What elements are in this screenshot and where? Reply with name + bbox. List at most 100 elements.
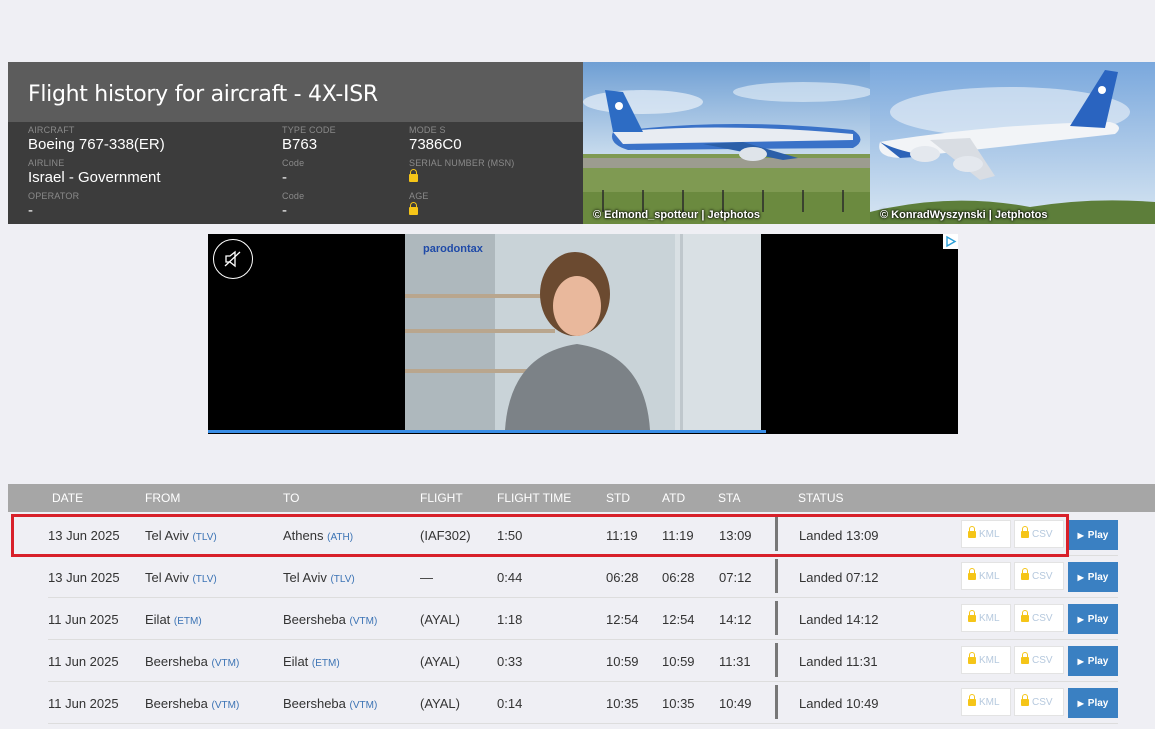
to-city[interactable]: Eilat	[283, 654, 308, 669]
to-airport-code[interactable]: (VTM)	[350, 700, 378, 711]
to-cell: Athens (ATH)	[283, 528, 353, 543]
lock-icon[interactable]	[409, 202, 418, 215]
field-label: Code	[282, 158, 305, 168]
video-ad[interactable]: parodontax	[208, 234, 958, 434]
to-city[interactable]: Tel Aviv	[283, 570, 327, 585]
csv-button[interactable]: CSV	[1014, 688, 1064, 716]
from-cell: Tel Aviv (TLV)	[145, 528, 217, 543]
photo-credit: © KonradWyszynski | Jetphotos	[880, 209, 1048, 221]
aircraft-field: AIRCRAFT Boeing 767-338(ER)	[28, 125, 165, 154]
from-city[interactable]: Beersheba	[145, 696, 208, 711]
column-header[interactable]: STD	[606, 491, 630, 505]
play-button[interactable]: ▶ Play	[1068, 562, 1118, 592]
kml-button[interactable]: KML	[961, 688, 1011, 716]
to-city[interactable]: Beersheba	[283, 696, 346, 711]
to-city[interactable]: Athens	[283, 528, 323, 543]
kml-label: KML	[979, 654, 1000, 666]
lock-icon	[968, 651, 976, 664]
status-separator	[775, 601, 778, 635]
sta-cell: 14:12	[719, 612, 752, 627]
table-row[interactable]: 11 Jun 2025 Beersheba (VTM) Eilat (ETM) (AY…	[48, 640, 1118, 682]
column-header[interactable]: FLIGHT	[420, 491, 463, 505]
from-airport-code[interactable]: (VTM)	[212, 658, 240, 669]
flight-cell[interactable]: (AYAL)	[420, 696, 460, 711]
table-row[interactable]: 13 Jun 2025 Tel Aviv (TLV) Tel Aviv (TLV) —…	[48, 556, 1118, 598]
atd-cell: 06:28	[662, 570, 695, 585]
flight-cell[interactable]: (AYAL)	[420, 612, 460, 627]
from-cell: Beersheba (VTM)	[145, 696, 239, 711]
photo-credit: © Edmond_spotteur | Jetphotos	[593, 209, 761, 221]
lock-icon[interactable]	[409, 169, 418, 182]
from-cell: Eilat (ETM)	[145, 612, 202, 627]
csv-button[interactable]: CSV	[1014, 604, 1064, 632]
column-header[interactable]: STA	[718, 491, 740, 505]
from-city[interactable]: Tel Aviv	[145, 570, 189, 585]
csv-label: CSV	[1032, 528, 1053, 540]
aircraft-info-panel: Flight history for aircraft - 4X-ISR AIR…	[8, 62, 583, 224]
column-header[interactable]: DATE	[52, 491, 83, 505]
flight-time-cell: 1:50	[497, 528, 523, 543]
to-airport-code[interactable]: (ATH)	[327, 532, 353, 543]
from-airport-code[interactable]: (VTM)	[212, 700, 240, 711]
serial-number-field: SERIAL NUMBER (MSN)	[409, 158, 514, 187]
play-button[interactable]: ▶ Play	[1068, 688, 1118, 718]
kml-button[interactable]: KML	[961, 604, 1011, 632]
play-icon: ▶	[1077, 530, 1084, 540]
column-header[interactable]: FLIGHT TIME	[497, 491, 571, 505]
csv-button[interactable]: CSV	[1014, 562, 1064, 590]
column-header[interactable]: STATUS	[798, 491, 844, 505]
field-label: SERIAL NUMBER (MSN)	[409, 158, 515, 168]
mute-button[interactable]	[213, 239, 253, 279]
column-header[interactable]: FROM	[145, 491, 180, 505]
csv-button[interactable]: CSV	[1014, 520, 1064, 548]
flight-cell[interactable]: (IAF302)	[420, 528, 471, 543]
ad-video-frame[interactable]: parodontax	[405, 234, 761, 430]
table-row[interactable]: 11 Jun 2025 Eilat (ETM) Beersheba (VTM) (AY…	[48, 598, 1118, 640]
play-button[interactable]: ▶ Play	[1068, 520, 1118, 550]
column-header[interactable]: TO	[283, 491, 299, 505]
table-row[interactable]: 11 Jun 2025 Beersheba (VTM) Beersheba (VTM…	[48, 682, 1118, 724]
to-airport-code[interactable]: (TLV)	[330, 574, 354, 585]
to-city[interactable]: Beersheba	[283, 612, 346, 627]
flight-cell[interactable]: (AYAL)	[420, 654, 460, 669]
field-value: Israel - Government	[28, 169, 161, 186]
from-city[interactable]: Tel Aviv	[145, 528, 189, 543]
aircraft-photo-1[interactable]: © Edmond_spotteur | Jetphotos	[583, 62, 870, 224]
aircraft-photo-2[interactable]: © KonradWyszynski | Jetphotos	[870, 62, 1155, 224]
from-airport-code[interactable]: (TLV)	[192, 532, 216, 543]
adchoices-icon[interactable]	[943, 234, 958, 249]
lock-icon	[1021, 567, 1029, 580]
lock-icon	[1021, 693, 1029, 706]
from-airport-code[interactable]: (ETM)	[174, 616, 202, 627]
mode-s-field: MODE S 7386C0	[409, 125, 462, 154]
play-button[interactable]: ▶ Play	[1068, 646, 1118, 676]
column-header[interactable]: ATD	[662, 491, 685, 505]
flight-time-cell: 0:33	[497, 654, 523, 669]
to-airport-code[interactable]: (ETM)	[312, 658, 340, 669]
to-airport-code[interactable]: (VTM)	[350, 616, 378, 627]
play-label: Play	[1087, 613, 1109, 625]
to-cell: Tel Aviv (TLV)	[283, 570, 355, 585]
page-title: Flight history for aircraft - 4X-ISR	[28, 82, 378, 107]
from-city[interactable]: Beersheba	[145, 654, 208, 669]
aircraft-details: AIRCRAFT Boeing 767-338(ER) TYPE CODE B7…	[8, 122, 583, 224]
from-city[interactable]: Eilat	[145, 612, 170, 627]
flight-cell[interactable]: —	[420, 570, 433, 585]
to-cell: Eilat (ETM)	[283, 654, 340, 669]
age-field: AGE	[409, 191, 429, 220]
sta-cell: 13:09	[719, 528, 752, 543]
adchoices-triangle	[946, 235, 957, 248]
from-cell: Beersheba (VTM)	[145, 654, 239, 669]
csv-button[interactable]: CSV	[1014, 646, 1064, 674]
kml-button[interactable]: KML	[961, 646, 1011, 674]
flight-table-header: DATE FROM TO FLIGHT FLIGHT TIME STD ATD …	[8, 484, 1155, 512]
field-label: AIRCRAFT	[28, 125, 75, 135]
status-cell: Landed 14:12	[799, 612, 879, 627]
table-row[interactable]: 13 Jun 2025 Tel Aviv (TLV) Athens (ATH) (IA…	[48, 514, 1118, 556]
kml-button[interactable]: KML	[961, 520, 1011, 548]
play-button[interactable]: ▶ Play	[1068, 604, 1118, 634]
field-label: MODE S	[409, 125, 446, 135]
ad-video-image	[405, 234, 761, 430]
kml-button[interactable]: KML	[961, 562, 1011, 590]
from-airport-code[interactable]: (TLV)	[192, 574, 216, 585]
